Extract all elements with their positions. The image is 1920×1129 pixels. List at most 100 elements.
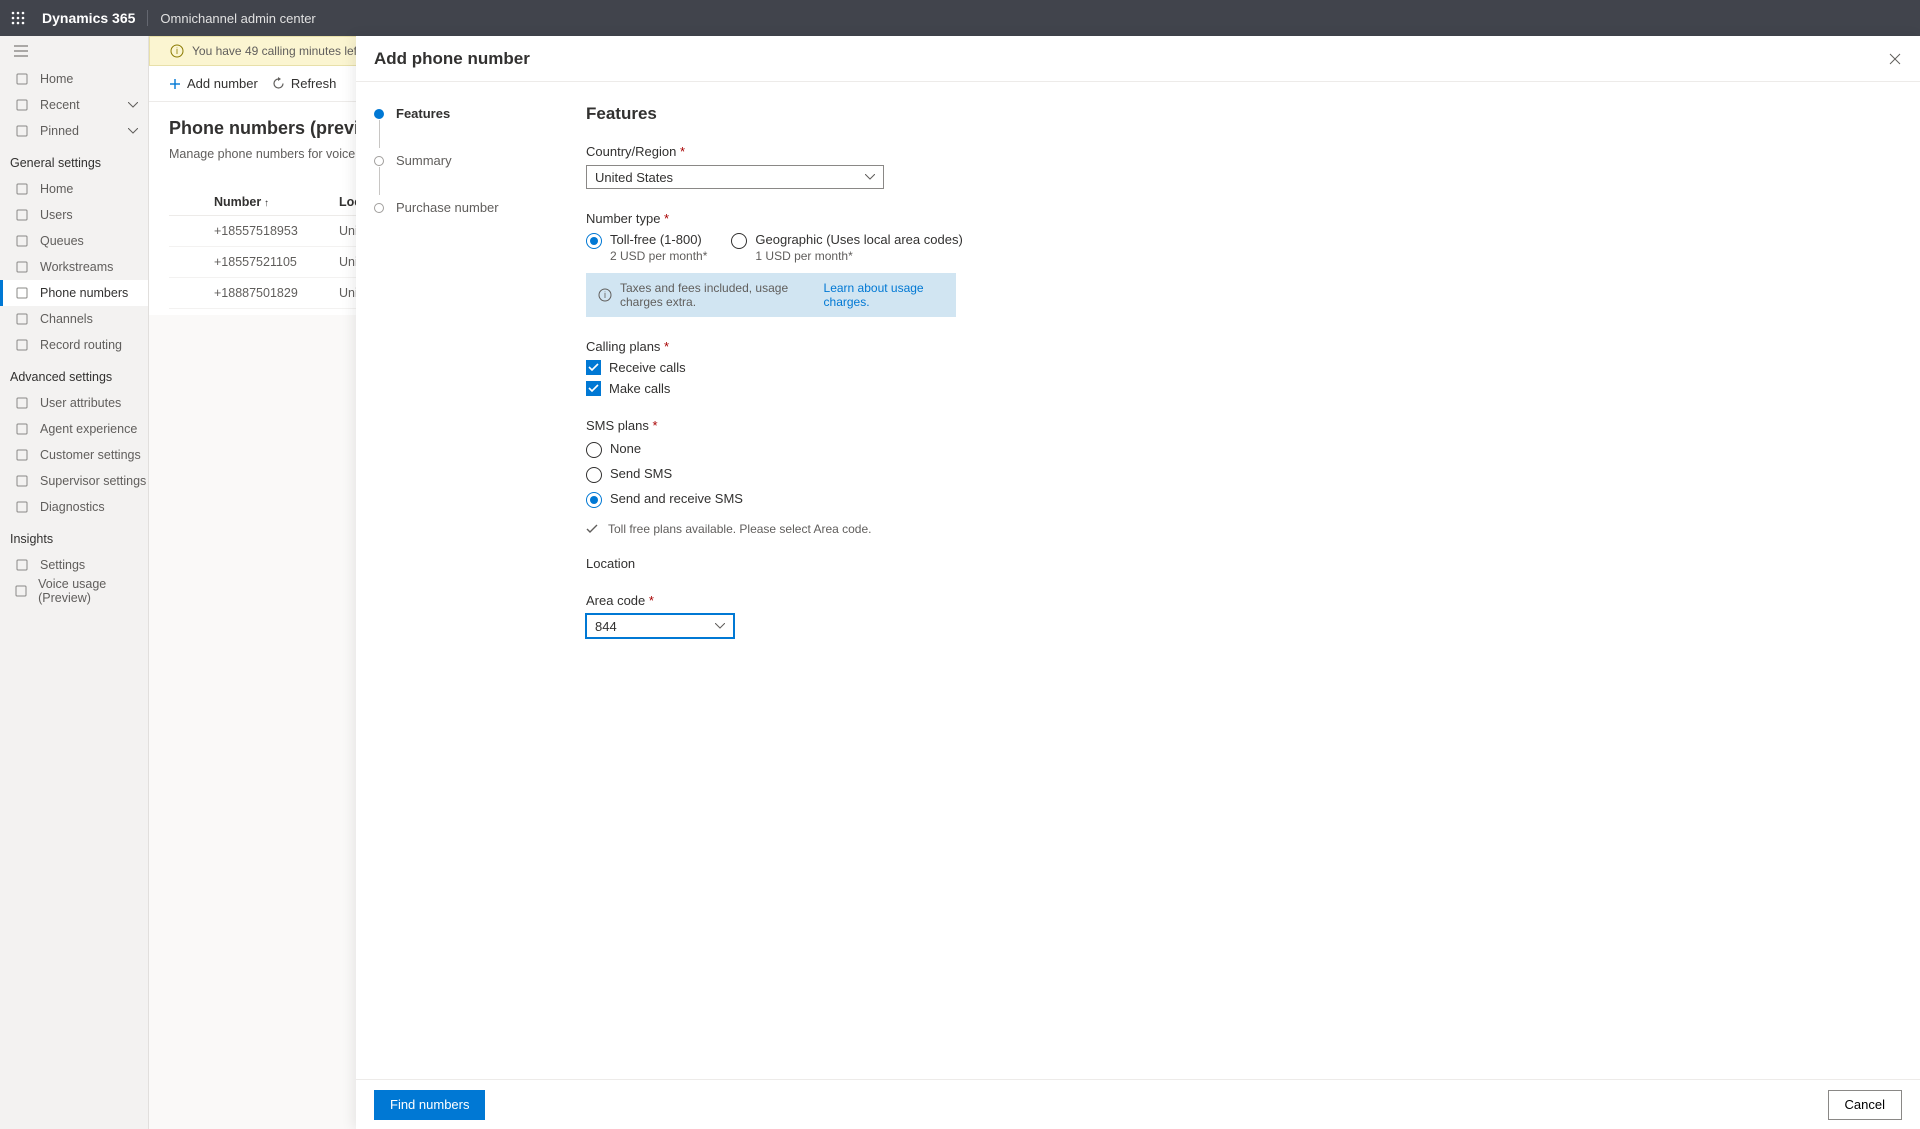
sidebar-section-title: Insights bbox=[0, 520, 148, 552]
sidebar-item-label: Home bbox=[40, 72, 73, 86]
sidebar-item-diagnostics[interactable]: Diagnostics bbox=[0, 494, 148, 520]
sidebar-item-label: Settings bbox=[40, 558, 85, 572]
availability-text: Toll free plans available. Please select… bbox=[608, 522, 872, 536]
radio-icon bbox=[586, 233, 602, 249]
form-title: Features bbox=[586, 104, 1902, 124]
sidebar-item-queues[interactable]: Queues bbox=[0, 228, 148, 254]
option-label: Send and receive SMS bbox=[610, 491, 743, 506]
chevron-down-icon bbox=[128, 102, 138, 108]
plus-icon bbox=[169, 78, 181, 90]
wizard-step-features[interactable]: Features bbox=[374, 106, 568, 121]
sidebar-section-title: Advanced settings bbox=[0, 358, 148, 390]
phone-icon bbox=[14, 286, 30, 300]
sidebar-item-recent[interactable]: Recent bbox=[0, 92, 148, 118]
sidebar-item-channels[interactable]: Channels bbox=[0, 306, 148, 332]
area-code-select[interactable]: 844 bbox=[586, 614, 734, 638]
step-label: Purchase number bbox=[396, 200, 499, 215]
panel-header: Add phone number bbox=[356, 36, 1920, 82]
close-icon[interactable] bbox=[1888, 52, 1902, 66]
sidebar-item-customer-settings[interactable]: Customer settings bbox=[0, 442, 148, 468]
wizard-step-purchase-number[interactable]: Purchase number bbox=[374, 200, 568, 215]
sidebar-item-label: User attributes bbox=[40, 396, 121, 410]
voice-icon bbox=[14, 584, 28, 598]
sidebar-item-phone-numbers[interactable]: Phone numbers bbox=[0, 280, 148, 306]
area-code-value: 844 bbox=[595, 619, 617, 634]
sidebar-item-label: Users bbox=[40, 208, 73, 222]
sidebar-item-pinned[interactable]: Pinned bbox=[0, 118, 148, 144]
radio-icon bbox=[586, 467, 602, 483]
sidebar-item-label: Supervisor settings bbox=[40, 474, 146, 488]
sidebar-item-label: Home bbox=[40, 182, 73, 196]
sms-plan-option[interactable]: None bbox=[586, 441, 1902, 458]
supervisor-icon bbox=[14, 474, 30, 488]
add-phone-number-panel: Add phone number Features Summary Purcha… bbox=[356, 36, 1920, 1129]
find-numbers-button[interactable]: Find numbers bbox=[374, 1090, 485, 1120]
number-type-option[interactable]: Geographic (Uses local area codes) 1 USD… bbox=[731, 232, 962, 263]
checkbox-label: Make calls bbox=[609, 381, 670, 396]
sidebar-item-label: Recent bbox=[40, 98, 80, 112]
sidebar-item-label: Voice usage (Preview) bbox=[38, 577, 148, 605]
sidebar-item-voice-usage-(preview)[interactable]: Voice usage (Preview) bbox=[0, 578, 148, 604]
wizard-step-summary[interactable]: Summary bbox=[374, 153, 568, 168]
sidebar-item-label: Pinned bbox=[40, 124, 79, 138]
col-header-number[interactable]: Number bbox=[169, 195, 339, 209]
settings-icon bbox=[14, 558, 30, 572]
pin-icon bbox=[14, 124, 30, 138]
radio-icon bbox=[586, 492, 602, 508]
add-number-button[interactable]: Add number bbox=[169, 76, 258, 91]
checkbox-icon bbox=[586, 381, 601, 396]
country-label: Country/Region bbox=[586, 144, 1902, 159]
sms-plan-option[interactable]: Send and receive SMS bbox=[586, 491, 1902, 508]
calling-plan-checkbox[interactable]: Receive calls bbox=[586, 360, 1902, 375]
sidebar-item-record-routing[interactable]: Record routing bbox=[0, 332, 148, 358]
refresh-button[interactable]: Refresh bbox=[272, 76, 337, 91]
sidebar-item-workstreams[interactable]: Workstreams bbox=[0, 254, 148, 280]
cancel-button[interactable]: Cancel bbox=[1828, 1090, 1902, 1120]
sidebar-item-settings[interactable]: Settings bbox=[0, 552, 148, 578]
svg-text:i: i bbox=[176, 46, 178, 56]
sidebar-item-home[interactable]: Home bbox=[0, 176, 148, 202]
add-number-label: Add number bbox=[187, 76, 258, 91]
sidebar-item-label: Diagnostics bbox=[40, 500, 105, 514]
sidebar-item-label: Channels bbox=[40, 312, 93, 326]
country-select[interactable]: United States bbox=[586, 165, 884, 189]
app-launcher-icon[interactable] bbox=[8, 8, 28, 28]
sidebar-toggle[interactable] bbox=[0, 36, 148, 66]
calling-plan-checkbox[interactable]: Make calls bbox=[586, 381, 1902, 396]
cell-number: +18557521105 bbox=[169, 255, 339, 269]
queues-icon bbox=[14, 234, 30, 248]
sidebar-item-label: Queues bbox=[40, 234, 84, 248]
usage-charges-link[interactable]: Learn about usage charges. bbox=[824, 281, 944, 309]
sidebar-section-title: General settings bbox=[0, 144, 148, 176]
area-code-label: Area code bbox=[586, 593, 1902, 608]
sidebar-item-label: Workstreams bbox=[40, 260, 113, 274]
brand-name[interactable]: Dynamics 365 bbox=[42, 10, 148, 26]
sms-plan-option[interactable]: Send SMS bbox=[586, 466, 1902, 483]
option-title: Toll-free (1-800) bbox=[610, 232, 707, 247]
chevron-down-icon bbox=[128, 128, 138, 134]
sidebar-item-user-attributes[interactable]: User attributes bbox=[0, 390, 148, 416]
sidebar-item-label: Agent experience bbox=[40, 422, 137, 436]
info-icon: i bbox=[170, 44, 184, 58]
sidebar-item-agent-experience[interactable]: Agent experience bbox=[0, 416, 148, 442]
sidebar-item-label: Record routing bbox=[40, 338, 122, 352]
step-indicator-icon bbox=[374, 203, 384, 213]
step-indicator-icon bbox=[374, 109, 384, 119]
cell-number: +18557518953 bbox=[169, 224, 339, 238]
option-subtext: 2 USD per month* bbox=[610, 249, 707, 263]
calling-plans-label: Calling plans bbox=[586, 339, 1902, 354]
routing-icon bbox=[14, 338, 30, 352]
chevron-down-icon bbox=[715, 623, 725, 629]
chevron-down-icon bbox=[865, 174, 875, 180]
cell-number: +18887501829 bbox=[169, 286, 339, 300]
attrs-icon bbox=[14, 396, 30, 410]
number-type-option[interactable]: Toll-free (1-800) 2 USD per month* bbox=[586, 232, 707, 263]
workstreams-icon bbox=[14, 260, 30, 274]
option-title: Geographic (Uses local area codes) bbox=[755, 232, 962, 247]
app-name: Omnichannel admin center bbox=[148, 11, 315, 26]
sidebar-item-users[interactable]: Users bbox=[0, 202, 148, 228]
availability-note: Toll free plans available. Please select… bbox=[586, 522, 1902, 536]
sidebar-item-supervisor-settings[interactable]: Supervisor settings bbox=[0, 468, 148, 494]
sidebar-item-home[interactable]: Home bbox=[0, 66, 148, 92]
checkbox-label: Receive calls bbox=[609, 360, 686, 375]
